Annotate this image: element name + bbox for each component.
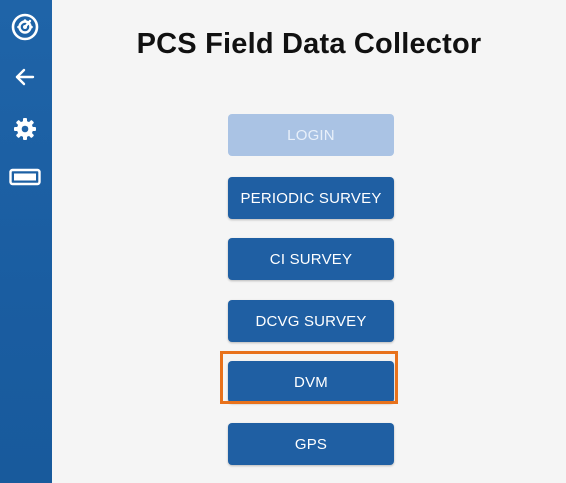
gps-button[interactable]: GPS [228,423,394,465]
login-button[interactable]: LOGIN [228,114,394,156]
page-title: PCS Field Data Collector [136,28,482,60]
main-content: PCS Field Data Collector LOGIN PERIODIC … [52,0,566,483]
dvm-button[interactable]: DVM [228,361,394,403]
gear-icon[interactable] [8,112,42,146]
back-arrow-icon[interactable] [8,60,42,94]
dcvg-survey-button[interactable]: DCVG SURVEY [228,300,394,342]
ci-survey-button[interactable]: CI SURVEY [228,238,394,280]
periodic-survey-button[interactable]: PERIODIC SURVEY [228,177,394,219]
app-window: PCS Field Data Collector LOGIN PERIODIC … [0,0,566,483]
battery-icon [8,160,42,194]
sidebar [0,0,52,483]
dashboard-icon[interactable] [8,10,42,44]
